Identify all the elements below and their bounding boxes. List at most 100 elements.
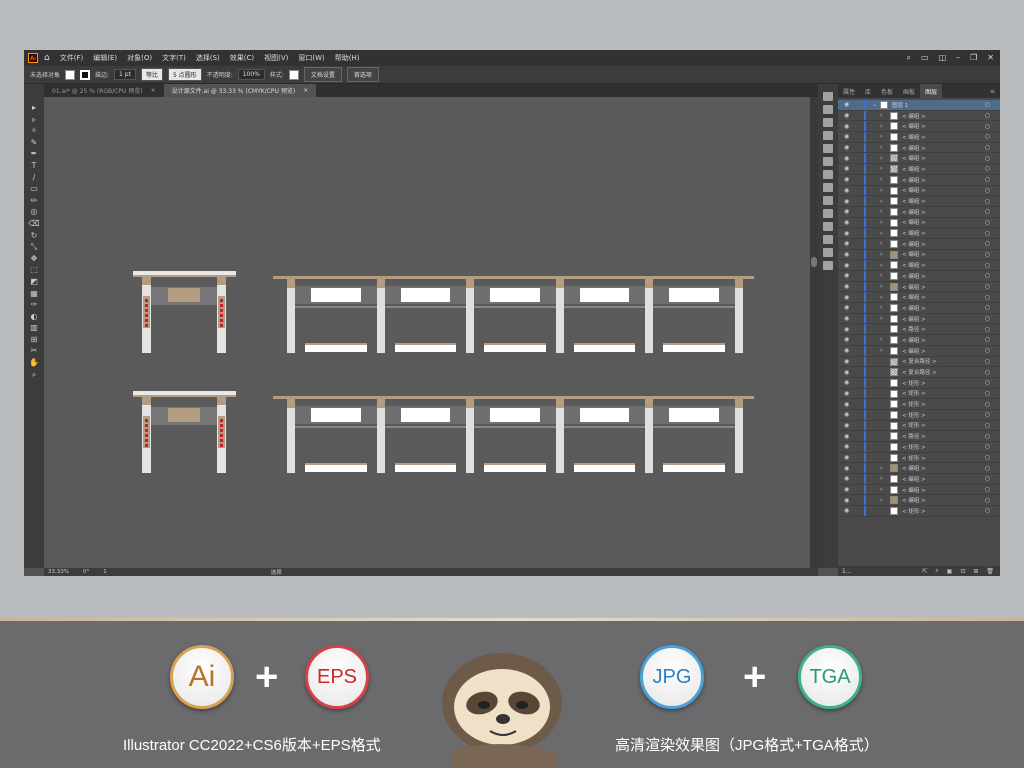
- layer-row[interactable]: ◉ › < 编组 > ○: [838, 474, 1000, 485]
- chevron-right-icon[interactable]: ›: [880, 230, 882, 237]
- target-icon[interactable]: ○: [985, 411, 990, 418]
- target-icon[interactable]: ○: [985, 486, 990, 493]
- target-icon[interactable]: ○: [985, 315, 990, 322]
- visibility-eye-icon[interactable]: ◉: [844, 315, 854, 322]
- visibility-eye-icon[interactable]: ◉: [844, 465, 854, 472]
- tab-swatches[interactable]: 色板: [876, 84, 898, 99]
- layer-row[interactable]: ◉ < 路径 > ○: [838, 431, 1000, 442]
- perspective-tool-icon[interactable]: ▦: [28, 288, 40, 300]
- chevron-right-icon[interactable]: ›: [880, 336, 882, 343]
- target-icon[interactable]: ○: [985, 240, 990, 247]
- layer-row[interactable]: ◉ < 复合路径 > ○: [838, 367, 1000, 378]
- panel-shortcut-icon[interactable]: [823, 222, 833, 231]
- tab-doc-1[interactable]: 01.ai* @ 25 % (RGB/CPU 预览) ×: [44, 84, 164, 97]
- zoom-level[interactable]: 33.33%: [48, 569, 69, 575]
- visibility-eye-icon[interactable]: ◉: [844, 443, 854, 450]
- target-icon[interactable]: ○: [985, 507, 990, 514]
- tab-artboards[interactable]: 画板: [898, 84, 920, 99]
- visibility-eye-icon[interactable]: ◉: [844, 497, 854, 504]
- eyedropper-tool-icon[interactable]: ◐: [28, 311, 40, 323]
- menu-object[interactable]: 对象(O): [127, 53, 152, 63]
- chevron-right-icon[interactable]: ›: [880, 208, 882, 215]
- opacity-field[interactable]: 100%: [237, 69, 265, 80]
- layer-row[interactable]: ◉ < 矩形 > ○: [838, 420, 1000, 432]
- hand-tool-icon[interactable]: ⌕: [28, 369, 40, 381]
- layer-row[interactable]: ◉ < 矩形 > ○: [838, 377, 1000, 389]
- visibility-eye-icon[interactable]: ◉: [844, 336, 854, 343]
- rectangle-tool-icon[interactable]: ✏: [28, 195, 40, 207]
- layer-row[interactable]: ◉ › < 编组 > ○: [838, 174, 1000, 186]
- panel-menu-icon[interactable]: ≡: [985, 85, 1000, 98]
- chevron-right-icon[interactable]: ›: [880, 475, 882, 482]
- layer-row[interactable]: ◉ < 矩形 > ○: [838, 409, 1000, 421]
- chevron-right-icon[interactable]: ›: [880, 176, 882, 183]
- chevron-right-icon[interactable]: ›: [880, 497, 882, 504]
- direct-selection-tool-icon[interactable]: ▹: [28, 114, 40, 126]
- layer-row[interactable]: ◉ › < 编组 > ○: [838, 345, 1000, 357]
- layer-row[interactable]: ◉ › < 编组 > ○: [838, 495, 1000, 507]
- panel-shortcut-icon[interactable]: [823, 235, 833, 244]
- target-icon[interactable]: ○: [985, 144, 990, 151]
- target-icon[interactable]: ○: [985, 198, 990, 205]
- visibility-eye-icon[interactable]: ◉: [844, 123, 854, 130]
- tab-libraries[interactable]: 库: [860, 84, 876, 99]
- target-icon[interactable]: ○: [985, 101, 990, 108]
- visibility-eye-icon[interactable]: ◉: [844, 272, 854, 279]
- visibility-eye-icon[interactable]: ◉: [844, 379, 854, 386]
- layer-row[interactable]: ◉ < 矩形 > ○: [838, 452, 1000, 464]
- panel-shortcut-icon[interactable]: [823, 157, 833, 166]
- close-icon[interactable]: ✕: [987, 53, 994, 63]
- target-icon[interactable]: ○: [985, 187, 990, 194]
- visibility-eye-icon[interactable]: ◉: [844, 454, 854, 461]
- target-icon[interactable]: ○: [985, 133, 990, 140]
- scroll-thumb[interactable]: [811, 257, 817, 267]
- panel-shortcut-icon[interactable]: [823, 131, 833, 140]
- panel-shortcut-icon[interactable]: [823, 196, 833, 205]
- visibility-eye-icon[interactable]: ◉: [844, 112, 854, 119]
- target-icon[interactable]: ○: [985, 433, 990, 440]
- curvature-tool-icon[interactable]: ✎: [28, 137, 40, 149]
- visibility-eye-icon[interactable]: ◉: [844, 326, 854, 333]
- collect-export-icon[interactable]: ⇱: [922, 568, 927, 575]
- target-icon[interactable]: ○: [985, 390, 990, 397]
- visibility-eye-icon[interactable]: ◉: [844, 304, 854, 311]
- menu-help[interactable]: 帮助(H): [335, 53, 360, 63]
- artboard-tool-icon[interactable]: ✂: [28, 345, 40, 357]
- chevron-right-icon[interactable]: ›: [880, 272, 882, 279]
- target-icon[interactable]: ○: [985, 165, 990, 172]
- layer-row[interactable]: ◉ › < 编组 > ○: [838, 185, 1000, 197]
- visibility-eye-icon[interactable]: ◉: [844, 507, 854, 514]
- target-icon[interactable]: ○: [985, 497, 990, 504]
- close-icon[interactable]: ×: [151, 87, 156, 94]
- chevron-right-icon[interactable]: ›: [880, 486, 882, 493]
- menu-select[interactable]: 选择(S): [196, 53, 220, 63]
- layer-row[interactable]: ◉ › < 编组 > ○: [838, 313, 1000, 325]
- panel-shortcut-icon[interactable]: [823, 118, 833, 127]
- layer-row[interactable]: ◉ › < 编组 > ○: [838, 292, 1000, 304]
- chevron-right-icon[interactable]: ›: [880, 187, 882, 194]
- visibility-eye-icon[interactable]: ◉: [844, 358, 854, 365]
- visibility-eye-icon[interactable]: ◉: [844, 198, 854, 205]
- layer-row[interactable]: ◉ › < 编组 > ○: [838, 132, 1000, 143]
- layer-row[interactable]: ◉ < 矩形 > ○: [838, 399, 1000, 410]
- target-icon[interactable]: ○: [985, 262, 990, 269]
- target-icon[interactable]: ○: [985, 454, 990, 461]
- target-icon[interactable]: ○: [985, 294, 990, 301]
- layer-row[interactable]: ◉ › < 编组 > ○: [838, 153, 1000, 165]
- target-icon[interactable]: ○: [985, 251, 990, 258]
- tab-layers[interactable]: 图层: [920, 83, 943, 99]
- panel-shortcut-icon[interactable]: [823, 248, 833, 257]
- blob-brush-tool-icon[interactable]: ⌫: [28, 218, 40, 230]
- search-icon[interactable]: ⌕: [907, 53, 911, 63]
- rotate-tool-icon[interactable]: ⤡: [28, 241, 40, 253]
- menu-file[interactable]: 文件(F): [60, 53, 84, 63]
- paintbrush-tool-icon[interactable]: ◎: [28, 206, 40, 218]
- visibility-eye-icon[interactable]: ◉: [844, 369, 854, 376]
- close-icon[interactable]: ×: [303, 87, 308, 94]
- type-tool-icon[interactable]: /: [28, 172, 40, 184]
- target-icon[interactable]: ○: [985, 272, 990, 279]
- chevron-right-icon[interactable]: ›: [880, 123, 882, 130]
- home-icon[interactable]: ⌂: [44, 53, 50, 63]
- panel-shortcut-icon[interactable]: [823, 92, 833, 101]
- pencil-tool-icon[interactable]: T: [28, 160, 40, 172]
